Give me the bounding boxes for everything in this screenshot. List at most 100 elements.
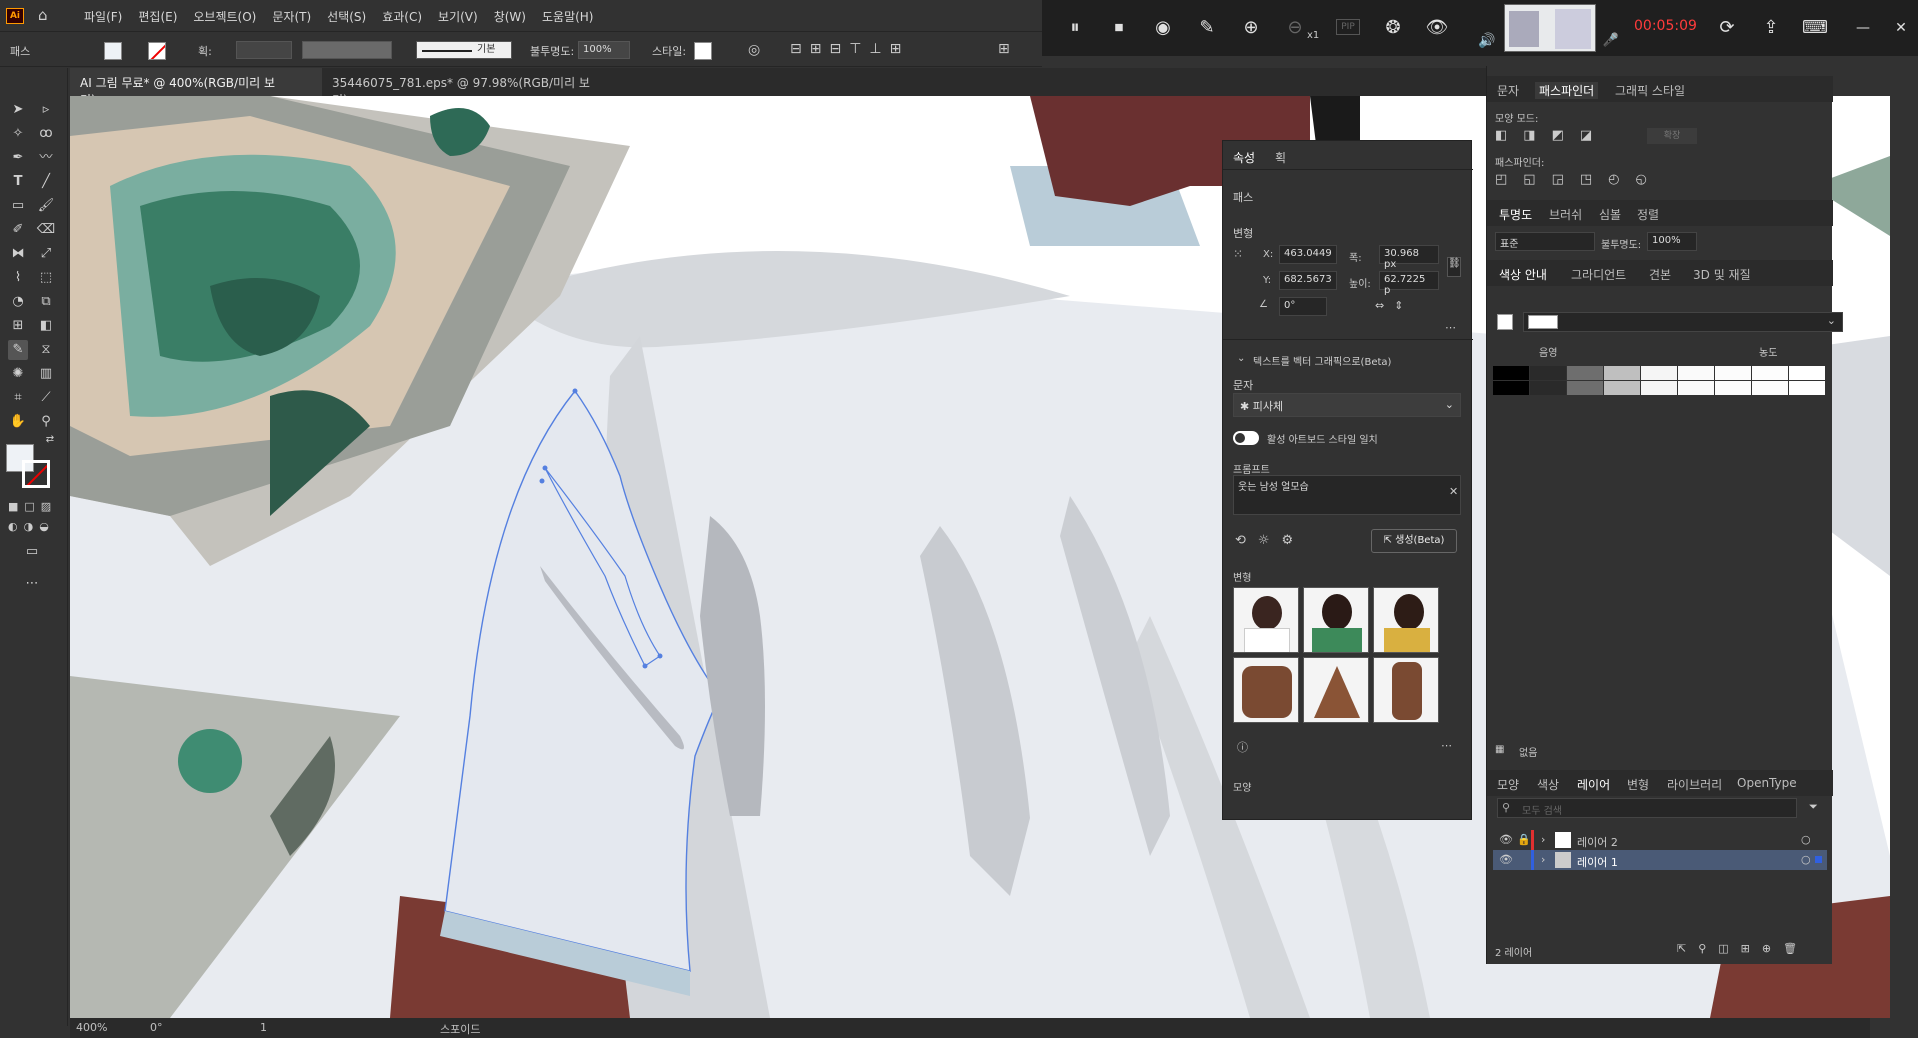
tab-document-2[interactable]: 35446075_781.eps* @ 97.98%(RGB/미리 보기)× — [322, 68, 612, 107]
blend-mode-dropdown[interactable]: 표준 — [1495, 232, 1595, 251]
shape-builder-tool-icon[interactable]: ◔ — [8, 292, 28, 312]
line-tool-icon[interactable]: ╱ — [36, 172, 56, 192]
x-field[interactable]: 463.0449 — [1279, 245, 1337, 264]
variable-width-field[interactable] — [302, 41, 392, 59]
tab-properties[interactable]: 속성 — [1233, 149, 1255, 166]
eye-icon[interactable]: 👁 — [1499, 833, 1513, 846]
eye-icon[interactable]: 👁 — [1499, 853, 1513, 866]
symbol-sprayer-tool-icon[interactable]: ✺ — [8, 364, 28, 384]
variation-thumb-1[interactable] — [1233, 587, 1299, 653]
color-guide-grid[interactable] — [1493, 366, 1827, 396]
menu-item-6[interactable]: 보기(V) — [438, 8, 478, 25]
mesh-tool-icon[interactable]: ⊞ — [8, 316, 28, 336]
chevron-down-icon[interactable]: ⌄ — [1237, 353, 1245, 364]
reflect-tool-icon[interactable]: ⧓ — [8, 244, 28, 264]
lock-icon[interactable]: 🔒 — [1517, 833, 1531, 846]
free-transform-tool-icon[interactable]: ⬚ — [36, 268, 56, 288]
y-field[interactable]: 682.5673 — [1279, 271, 1337, 290]
stroke-color-box[interactable] — [22, 460, 50, 488]
eraser-tool-icon[interactable]: ⌫ — [36, 220, 56, 240]
screen-mode-icon[interactable]: ▭ — [22, 542, 42, 562]
zoom-in-icon[interactable]: ⊕ — [1238, 15, 1264, 41]
clear-prompt-icon[interactable]: ✕ — [1449, 485, 1458, 498]
tab-align[interactable]: 정렬 — [1637, 206, 1659, 223]
tab-pathfinder[interactable]: 패스파인더 — [1535, 82, 1599, 99]
close-icon[interactable]: ✕ — [1888, 15, 1914, 41]
color-mode-icons[interactable]: ■□▨ — [8, 500, 57, 513]
expand-icon[interactable]: › — [1541, 853, 1545, 866]
style-swatch[interactable] — [694, 42, 712, 60]
zoom-tool-icon[interactable]: ⚲ — [36, 412, 56, 432]
artboard-tool-icon[interactable]: ⌗ — [8, 388, 28, 408]
mic-icon[interactable]: 🎤 — [1598, 28, 1624, 54]
tab-transform[interactable]: 변형 — [1627, 776, 1649, 793]
cursor-icon[interactable]: 👁 — [1424, 15, 1450, 41]
zoom-out-icon[interactable]: ⊖ — [1282, 15, 1308, 41]
globe-icon[interactable]: ◎ — [748, 42, 766, 60]
layer-row-2[interactable]: 👁 🔒 › 레이어 2 ○ — [1493, 830, 1827, 850]
variation-thumb-6[interactable] — [1373, 657, 1439, 723]
info-icon[interactable]: ⓘ — [1237, 739, 1248, 755]
tab-appearance[interactable]: 모양 — [1497, 776, 1519, 793]
tab-3d[interactable]: 3D 및 재질 — [1693, 266, 1751, 283]
minimize-icon[interactable]: — — [1850, 15, 1876, 41]
fill-swatch[interactable] — [104, 42, 122, 60]
direct-selection-tool-icon[interactable]: ▹ — [36, 100, 56, 120]
tab-color[interactable]: 색상 — [1537, 776, 1559, 793]
menu-item-4[interactable]: 선택(S) — [327, 8, 366, 25]
menu-item-5[interactable]: 효과(C) — [382, 8, 422, 25]
prompt-tool-icons[interactable]: ⟲☼⚙ — [1235, 533, 1305, 548]
magic-wand-tool-icon[interactable]: ✧ — [8, 124, 28, 144]
rectangle-tool-icon[interactable]: ▭ — [8, 196, 28, 216]
tab-color-guide[interactable]: 색상 안내 — [1499, 266, 1547, 283]
target-icon[interactable]: ○ — [1801, 853, 1811, 866]
type-dropdown[interactable]: ✱ 피사체 ⌄ — [1233, 393, 1461, 417]
draw-mode-icons[interactable]: ◐◑◒ — [8, 520, 55, 533]
pause-icon[interactable]: ⏸ — [1062, 15, 1088, 41]
swatch-grid-icon[interactable]: ▦ — [1495, 744, 1504, 755]
tab-layers[interactable]: 레이어 — [1577, 776, 1610, 793]
menu-item-0[interactable]: 파일(F) — [84, 8, 122, 25]
graph-tool-icon[interactable]: ▥ — [36, 364, 56, 384]
tab-document-1[interactable]: AI 그림 무료* @ 400%(RGB/미리 보기)× — [70, 68, 322, 107]
stroke-swatch[interactable] — [148, 42, 166, 60]
tab-opentype[interactable]: OpenType — [1737, 776, 1797, 790]
more-options-icon[interactable]: ⋯ — [1445, 321, 1456, 334]
variation-thumb-4[interactable] — [1233, 657, 1299, 723]
menu-item-7[interactable]: 창(W) — [494, 8, 526, 25]
variation-thumb-2[interactable] — [1303, 587, 1369, 653]
menu-item-2[interactable]: 오브젝트(O) — [193, 8, 256, 25]
lasso-tool-icon[interactable]: ꝏ — [36, 124, 56, 144]
layer-row-1[interactable]: 👁 › 레이어 1 ○ — [1493, 850, 1827, 870]
tab-swatches[interactable]: 견본 — [1649, 266, 1671, 283]
perspective-tool-icon[interactable]: ⧉ — [36, 292, 56, 312]
grid-icon[interactable]: ⊞ — [998, 41, 1010, 57]
filter-icon[interactable]: ⏷ — [1809, 800, 1818, 814]
tab-brushes[interactable]: 브러쉬 — [1549, 206, 1582, 223]
tab-transparency[interactable]: 투명도 — [1499, 206, 1532, 223]
hand-tool-icon[interactable]: ✋ — [8, 412, 28, 432]
tab-character[interactable]: 문자 — [1497, 82, 1519, 99]
curvature-tool-icon[interactable]: 〰 — [36, 148, 56, 168]
menu-item-3[interactable]: 문자(T) — [272, 8, 311, 25]
pip-button[interactable]: PIP — [1336, 19, 1360, 35]
swap-colors-icon[interactable]: ⇄ — [40, 430, 60, 450]
artboard-number[interactable]: 1 — [260, 1021, 267, 1034]
expand-button[interactable]: 확장 — [1647, 128, 1697, 144]
more-tools-icon[interactable]: ⋯ — [22, 574, 42, 594]
width-field[interactable]: 30.968 px — [1379, 245, 1439, 270]
layer-action-icons[interactable]: ⇱⚲◫⊞⊕🗑 — [1677, 942, 1809, 955]
rotation-field[interactable]: 0° — [150, 1021, 163, 1034]
variations-more-icon[interactable]: ⋯ — [1441, 739, 1452, 752]
pencil-icon[interactable]: ✎ — [1194, 15, 1220, 41]
slice-tool-icon[interactable]: ⟋ — [36, 388, 56, 408]
type-tool-icon[interactable]: T — [8, 172, 28, 192]
tab-libraries[interactable]: 라이브러리 — [1667, 776, 1722, 793]
shaper-tool-icon[interactable]: ✐ — [8, 220, 28, 240]
variation-thumb-3[interactable] — [1373, 587, 1439, 653]
opacity-field-panel[interactable]: 100% — [1647, 232, 1697, 251]
flip-icons[interactable]: ⇔⇕ — [1375, 299, 1413, 312]
opacity-field[interactable]: 100% — [578, 41, 630, 59]
camera-icon[interactable]: ◉ — [1150, 15, 1176, 41]
warp-tool-icon[interactable]: ⌇ — [8, 268, 28, 288]
